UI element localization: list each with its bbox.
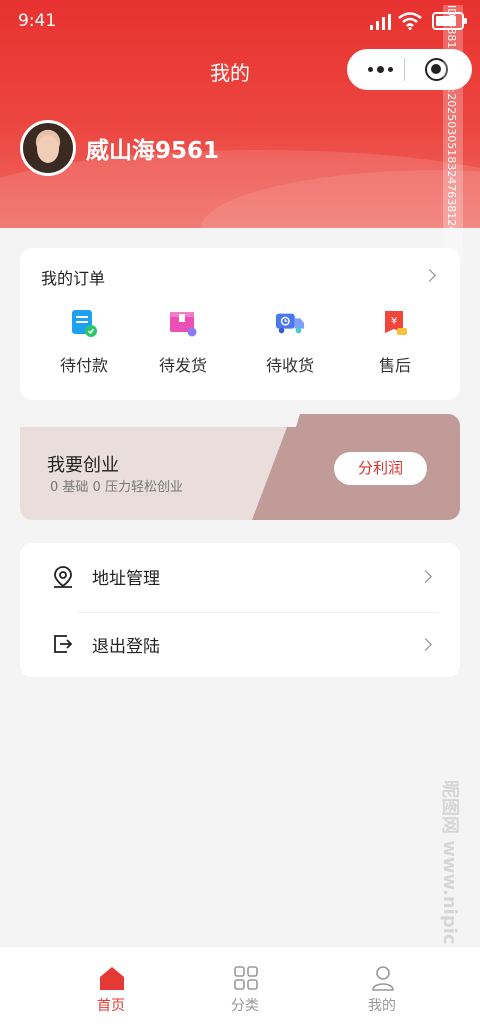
banner-title: 我要创业 [47,455,119,476]
bottom-tab-bar: 首页 分类 我的 [0,946,480,1024]
share-profit-button[interactable]: 分利润 [334,452,427,485]
menu-label: 地址管理 [92,569,160,589]
menu-label: 退出登陆 [92,637,160,657]
order-pending-receipt[interactable]: 待收货 [240,308,340,376]
home-icon [100,967,124,990]
startup-banner[interactable]: 我要创业 0 基础 0 压力轻松创业 分利润 [20,414,460,520]
payment-icon [72,310,97,337]
order-after-sale[interactable]: ¥ 售后 [345,308,445,376]
user-icon [372,966,394,991]
order-pending-shipment[interactable]: 待发货 [133,308,233,376]
watermark-id-text: ID:5881576 NO:20250305183247638124 [445,5,458,234]
status-bar: 9:41 [0,0,480,44]
chevron-right-icon[interactable] [423,269,436,282]
order-label: 待收货 [265,356,314,375]
my-orders-card: 我的订单 待付款 待发货 待收货 ¥ 售后 [20,248,460,400]
location-icon [54,566,72,588]
tab-label: 我的 [368,998,396,1014]
status-time: 9:41 [18,11,57,31]
signal-icon [370,14,391,30]
tab-label: 首页 [97,998,125,1014]
id-watermark: ID:5881576 NO:20250305183247638124 [443,5,463,263]
tab-category[interactable]: 分类 [185,947,305,1024]
banner-subtitle: 0 基础 0 压力轻松创业 [50,480,183,495]
settings-menu-card: 地址管理 退出登陆 [20,543,460,677]
tab-mine[interactable]: 我的 [322,947,442,1024]
after-sale-icon: ¥ [385,311,407,335]
logout-icon [54,635,73,653]
order-label: 售后 [378,356,411,375]
avatar[interactable] [20,120,76,176]
menu-item-address[interactable]: 地址管理 [20,543,460,609]
order-label: 待发货 [158,356,207,375]
order-pending-payment[interactable]: 待付款 [34,308,134,376]
orders-title: 我的订单 [41,269,106,288]
more-options-button[interactable] [357,49,403,90]
chevron-right-icon [419,638,432,651]
tab-label: 分类 [231,998,259,1014]
grid-icon [234,966,258,990]
capsule-divider [404,58,405,81]
shipping-box-icon [170,312,197,337]
wifi-icon [398,12,422,30]
menu-item-logout[interactable]: 退出登陆 [20,611,460,677]
username: 威山海9561 [86,138,220,164]
order-label: 待付款 [59,356,108,375]
delivery-truck-icon [275,313,305,334]
svg-text:¥: ¥ [391,316,397,327]
chevron-right-icon [419,570,432,583]
tab-home[interactable]: 首页 [51,947,171,1024]
